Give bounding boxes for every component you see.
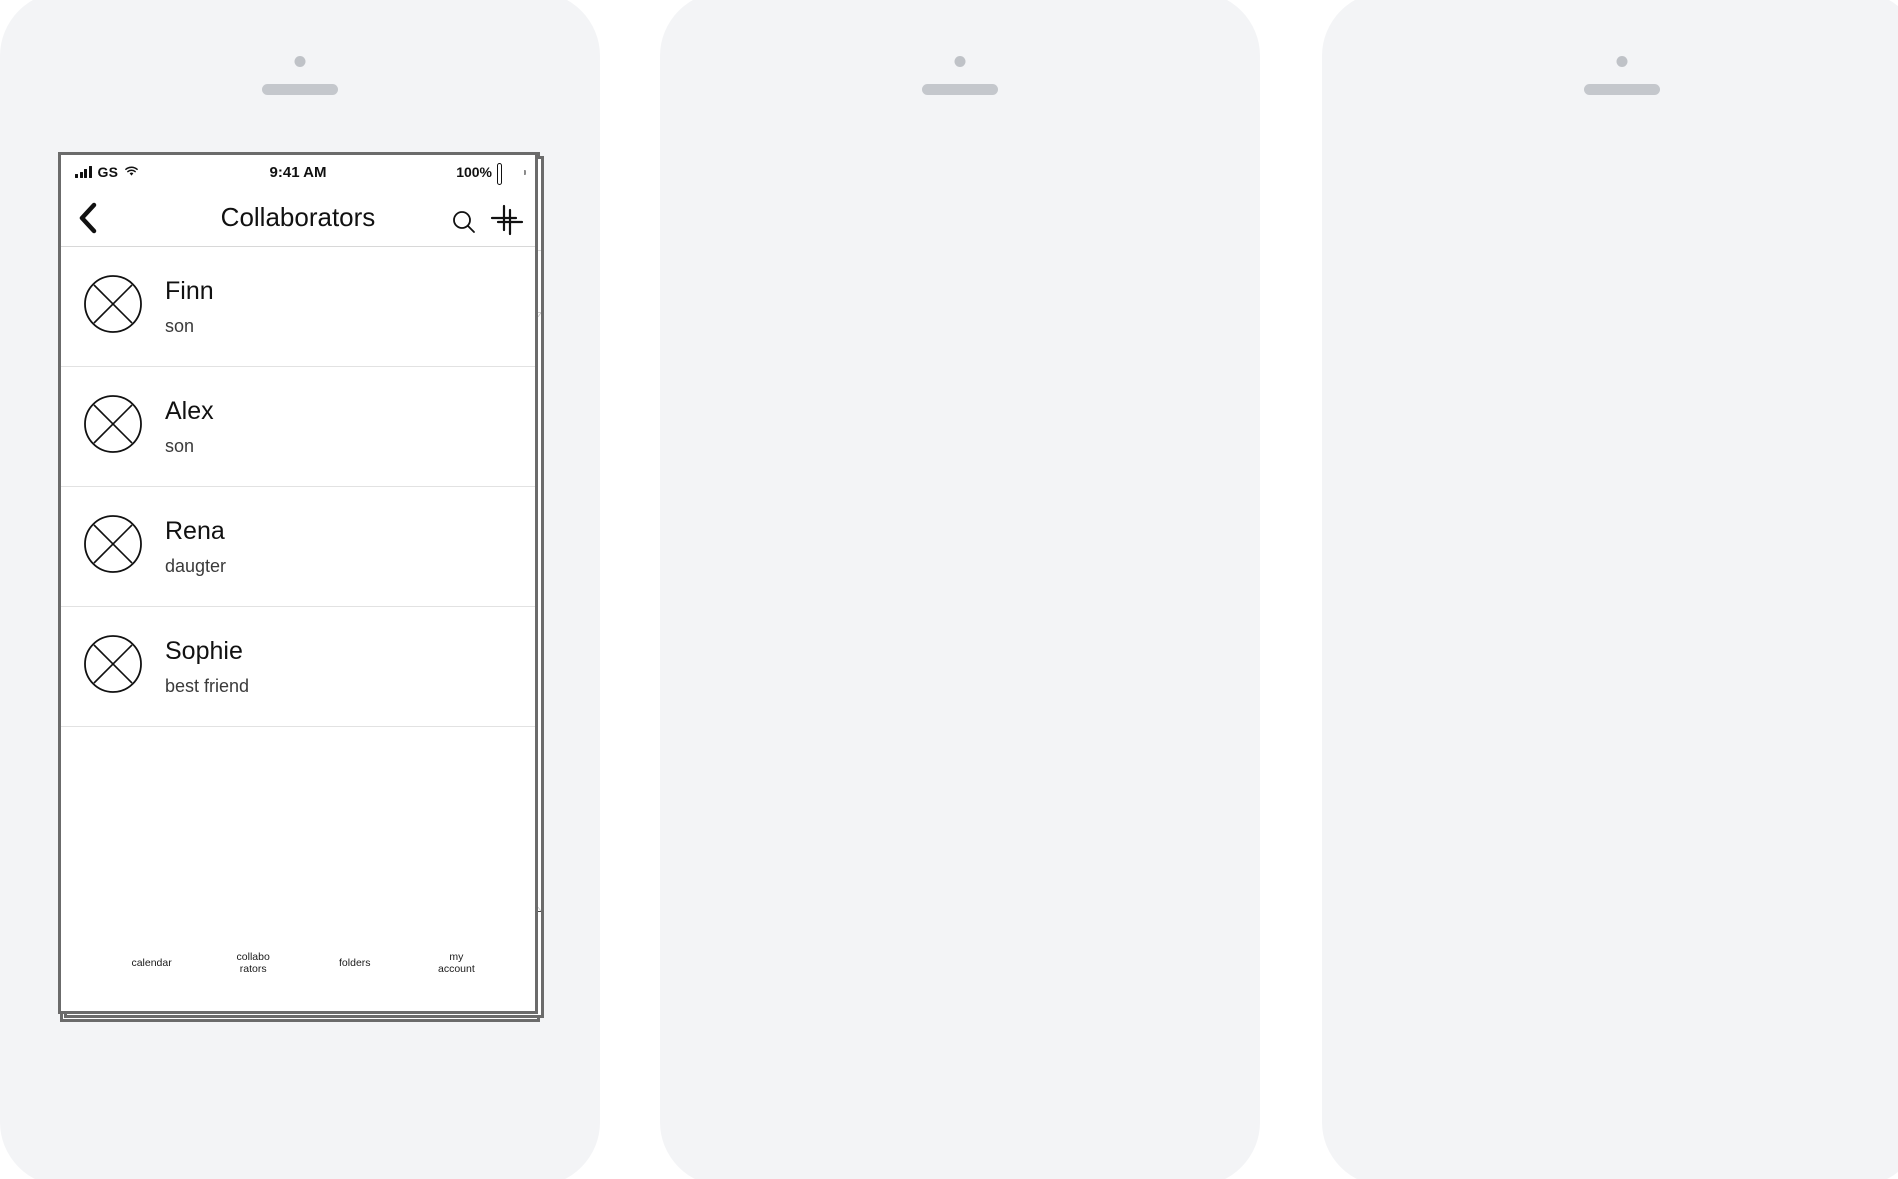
tab-label: folders <box>338 956 372 970</box>
wifi-icon <box>124 164 139 181</box>
collaborator-name: Finn <box>165 276 214 305</box>
collaborator-name: Rena <box>165 516 225 545</box>
plus-icon[interactable] <box>489 203 519 233</box>
collaborator-name: Sophie <box>165 636 243 665</box>
search-icon[interactable] <box>451 209 477 235</box>
navigation-actions <box>489 203 519 233</box>
speaker-grill <box>1584 84 1660 95</box>
screen-collaborators: GS 9:41 AM 100% Collaborators Finn son A… <box>58 152 538 1014</box>
collaborator-name: Alex <box>165 396 214 425</box>
tab-label: calendar <box>130 956 173 970</box>
list-item[interactable]: Finn son <box>61 247 535 367</box>
tab-label-line-1: my <box>449 950 464 963</box>
collaborator-relation: son <box>165 435 195 456</box>
list-item-text: Finn son <box>165 277 214 337</box>
list-item[interactable]: Rena daugter <box>61 487 535 607</box>
collaborator-relation: son <box>165 315 195 336</box>
wireframe-mockup-canvas: GS 9:41 AM 100% Welcome to <Co Lab> Lear <box>0 0 1898 1179</box>
tab-label-line-2: account <box>437 962 475 975</box>
tab-label-line-1: calendar <box>131 956 172 969</box>
status-bar-left: GS <box>75 164 139 181</box>
speaker-grill <box>262 84 338 95</box>
avatar <box>83 394 143 459</box>
avatar <box>83 514 143 579</box>
tab-label-line-1: folders <box>339 956 371 969</box>
speaker-grill <box>922 84 998 95</box>
list-item-text: Rena daugter <box>165 517 226 577</box>
chevron-left-icon[interactable] <box>77 201 99 235</box>
battery-full-icon <box>497 163 526 185</box>
list-item[interactable]: Alex son <box>61 367 535 487</box>
camera-dot-icon <box>954 56 966 67</box>
collaborator-relation: best friend <box>165 675 250 696</box>
carrier-label: GS <box>97 164 119 180</box>
status-bar-right: 100% <box>456 163 526 185</box>
collaborators-list: Finn son Alex son Rena daugter Sophie be… <box>61 247 535 1011</box>
tab-label-line-2: rators <box>239 962 267 975</box>
tab-label: collabo rators <box>235 950 271 976</box>
collaborator-relation: daugter <box>165 555 227 576</box>
tab-label-line-1: collabo <box>236 950 270 963</box>
list-item-text: Sophie best friend <box>165 637 249 697</box>
phone-frame-calendar <box>660 0 1260 1179</box>
status-bar: GS 9:41 AM 100% <box>61 155 535 189</box>
camera-dot-icon <box>1616 56 1628 67</box>
tab-label: my account <box>436 950 476 976</box>
phone-frame-collaborators <box>1322 0 1898 1179</box>
signal-bars-icon <box>75 166 92 178</box>
camera-dot-icon <box>294 56 306 67</box>
list-item[interactable]: Sophie best friend <box>61 607 535 727</box>
battery-percent-label: 100% <box>456 164 492 180</box>
avatar <box>83 274 143 339</box>
list-item-text: Alex son <box>165 397 214 457</box>
avatar <box>83 634 143 699</box>
